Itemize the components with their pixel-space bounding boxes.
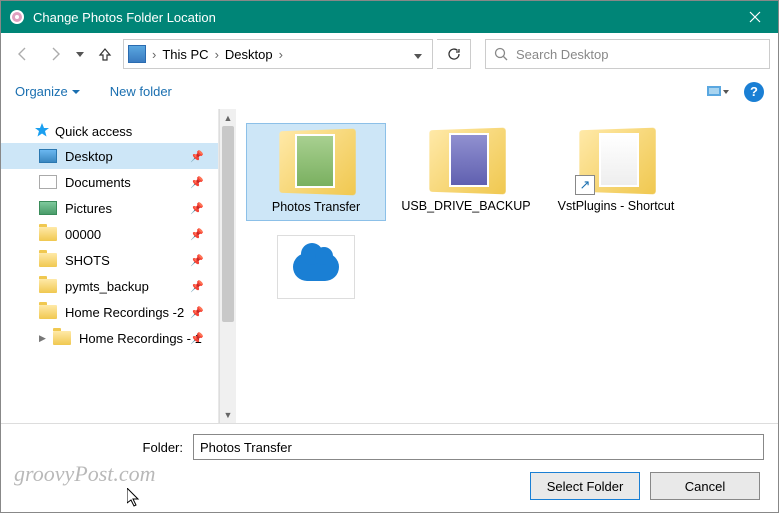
cursor-icon [127,488,143,508]
breadcrumb[interactable]: › This PC › Desktop › [123,39,433,69]
sidebar-item-documents[interactable]: Documents 📌 [1,169,218,195]
folder-icon [39,279,57,293]
pc-icon [128,45,146,63]
pictures-icon [39,201,57,215]
organize-menu[interactable]: Organize [15,84,80,99]
window-title: Change Photos Folder Location [33,10,732,25]
pin-icon: 📌 [190,306,204,319]
sidebar-scrollbar[interactable]: ▲ ▼ [219,109,236,423]
back-button[interactable] [9,40,37,68]
sidebar-item-folder[interactable]: pymts_backup 📌 [1,273,218,299]
pin-icon: 📌 [190,176,204,189]
file-item[interactable]: Photos Transfer [246,123,386,221]
star-icon [35,123,49,140]
folder-icon [277,130,355,194]
sidebar-item-desktop[interactable]: Desktop 📌 [1,143,218,169]
sidebar-item-folder[interactable]: SHOTS 📌 [1,247,218,273]
search-placeholder: Search Desktop [516,47,609,62]
documents-icon [39,175,57,189]
new-folder-button[interactable]: New folder [110,84,172,99]
folder-icon [39,227,57,241]
titlebar: Change Photos Folder Location [1,1,778,33]
toolbar: Organize New folder ? [1,75,778,109]
sidebar-item-folder[interactable]: 00000 📌 [1,221,218,247]
sidebar-item-pictures[interactable]: Pictures 📌 [1,195,218,221]
scroll-up-icon[interactable]: ▲ [220,109,236,126]
chevron-right-icon: › [279,47,283,62]
navigation-bar: › This PC › Desktop › Search Desktop [1,33,778,75]
file-item[interactable] [246,229,386,311]
pin-icon: 📌 [190,254,204,267]
breadcrumb-dropdown[interactable] [408,47,428,62]
folder-icon [39,305,57,319]
refresh-button[interactable] [437,39,471,69]
up-button[interactable] [91,40,119,68]
pin-icon: 📌 [190,202,204,215]
breadcrumb-segment[interactable]: Desktop [221,45,277,64]
folder-icon [53,331,71,345]
folder-label: Folder: [15,440,193,455]
file-item[interactable]: USB_DRIVE_BACKUP [396,123,536,221]
help-button[interactable]: ? [744,82,764,102]
select-folder-button[interactable]: Select Folder [530,472,640,500]
breadcrumb-segment[interactable]: This PC [158,45,212,64]
scroll-down-icon[interactable]: ▼ [220,406,236,423]
onedrive-icon [277,235,355,299]
pin-icon: 📌 [190,150,204,163]
forward-button[interactable] [41,40,69,68]
chevron-right-icon: ▶ [39,333,51,344]
chevron-right-icon: › [152,47,156,62]
pin-icon: 📌 [190,332,204,345]
pin-icon: 📌 [190,280,204,293]
recent-locations-dropdown[interactable] [73,52,87,57]
sidebar-item-folder[interactable]: ▶ Home Recordings - 1 📌 [1,325,218,351]
view-menu[interactable] [704,81,732,103]
body: Quick access Desktop 📌 Documents 📌 Pictu… [1,109,778,423]
desktop-icon [39,149,57,163]
file-area[interactable]: Photos Transfer USB_DRIVE_BACKUP ↗ VstPl… [236,109,778,423]
pin-icon: 📌 [190,228,204,241]
shortcut-icon: ↗ [575,175,595,195]
bottom-bar: Folder: Select Folder Cancel [1,423,778,512]
dialog-window: Change Photos Folder Location › This PC … [0,0,779,513]
folder-icon: ↗ [577,129,655,193]
chevron-down-icon [72,90,80,94]
sidebar: Quick access Desktop 📌 Documents 📌 Pictu… [1,109,219,423]
file-item[interactable]: ↗ VstPlugins - Shortcut [546,123,686,221]
close-button[interactable] [732,1,778,33]
sidebar-item-folder[interactable]: Home Recordings -2 📌 [1,299,218,325]
sidebar-group-quick-access[interactable]: Quick access [1,119,218,143]
folder-icon [39,253,57,267]
search-icon [494,47,508,61]
folder-name-input[interactable] [193,434,764,460]
search-input[interactable]: Search Desktop [485,39,770,69]
chevron-right-icon: › [215,47,219,62]
app-icon [9,9,25,25]
cancel-button[interactable]: Cancel [650,472,760,500]
scroll-thumb[interactable] [222,126,234,322]
folder-icon [427,129,505,193]
